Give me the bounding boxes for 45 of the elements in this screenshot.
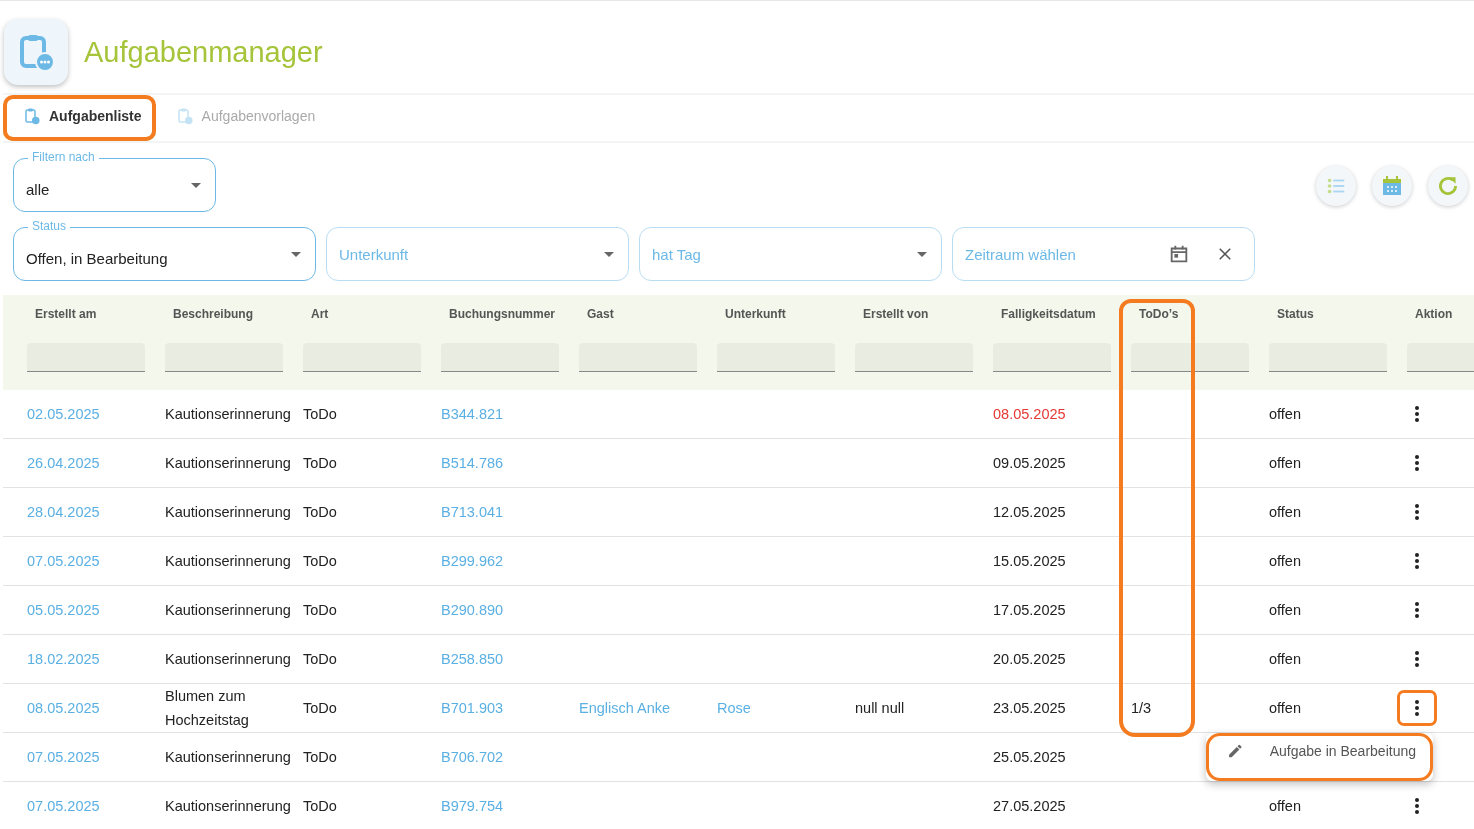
table-cell-text: 15.05.2025 xyxy=(993,552,1066,571)
table-cell-text: ToDo xyxy=(303,454,337,473)
table-cell-text: ToDo xyxy=(303,699,337,718)
field-value: Offen, in Bearbeitung xyxy=(26,249,168,267)
table-cell-text: 23.05.2025 xyxy=(993,699,1066,718)
field-label: Filtern nach xyxy=(28,150,99,164)
table-cell-text: Kautionserinnerung xyxy=(165,503,291,522)
table-cell-text: 20.05.2025 xyxy=(993,650,1066,669)
table-cell-text: offen xyxy=(1269,503,1301,522)
table-cell-text: 27.05.2025 xyxy=(993,797,1066,816)
table-cell-text: 08.05.2025 xyxy=(993,405,1066,424)
table-cell-text: offen xyxy=(1269,797,1301,816)
table-cell-text: 17.05.2025 xyxy=(993,601,1066,620)
table-cell-text: 25.05.2025 xyxy=(993,748,1066,767)
table-cell-text: Kautionserinnerung xyxy=(165,601,291,620)
field-label: Status xyxy=(28,219,71,233)
table-cell-text: Kautionserinnerung xyxy=(165,405,291,424)
app-title: Aufgabenmanager xyxy=(84,35,323,69)
table-cell-text: null null xyxy=(855,699,905,718)
field-placeholder: hat Tag xyxy=(652,245,701,263)
table-cell-text: Kautionserinnerung xyxy=(165,797,291,816)
field-value: alle xyxy=(26,180,50,198)
table-cell-text: ToDo xyxy=(303,797,337,816)
table-cell-text: ToDo xyxy=(303,650,337,669)
table-cell-text: offen xyxy=(1269,601,1301,620)
table-cell-text: ToDo xyxy=(303,503,337,522)
table-cell-text: offen xyxy=(1269,699,1301,718)
field-placeholder: Unterkunft xyxy=(339,245,409,263)
table-cell-text: Kautionserinnerung xyxy=(165,454,291,473)
table-cell-text: ToDo xyxy=(303,552,337,571)
table-cell-text: 12.05.2025 xyxy=(993,503,1066,522)
table-cell-text: offen xyxy=(1269,552,1301,571)
field-placeholder: Zeitraum wählen xyxy=(965,245,1076,263)
table-cell-text: ToDo xyxy=(303,405,337,424)
table-cell-text: Kautionserinnerung xyxy=(165,650,291,669)
table-cell-text: ToDo xyxy=(303,601,337,620)
table-cell-text: 09.05.2025 xyxy=(993,454,1066,473)
table-cell-text: 1/3 xyxy=(1131,699,1152,718)
table-cell-text: ToDo xyxy=(303,748,337,767)
table-cell-text: Kautionserinnerung xyxy=(165,552,291,571)
table-cell-text: Blumen zum Hochzeitstag xyxy=(165,687,250,730)
table-cell-text: offen xyxy=(1269,454,1301,473)
table-cell-text: offen xyxy=(1269,650,1301,669)
table-cell-text: offen xyxy=(1269,405,1301,424)
table-cell-text: Kautionserinnerung xyxy=(165,748,291,767)
